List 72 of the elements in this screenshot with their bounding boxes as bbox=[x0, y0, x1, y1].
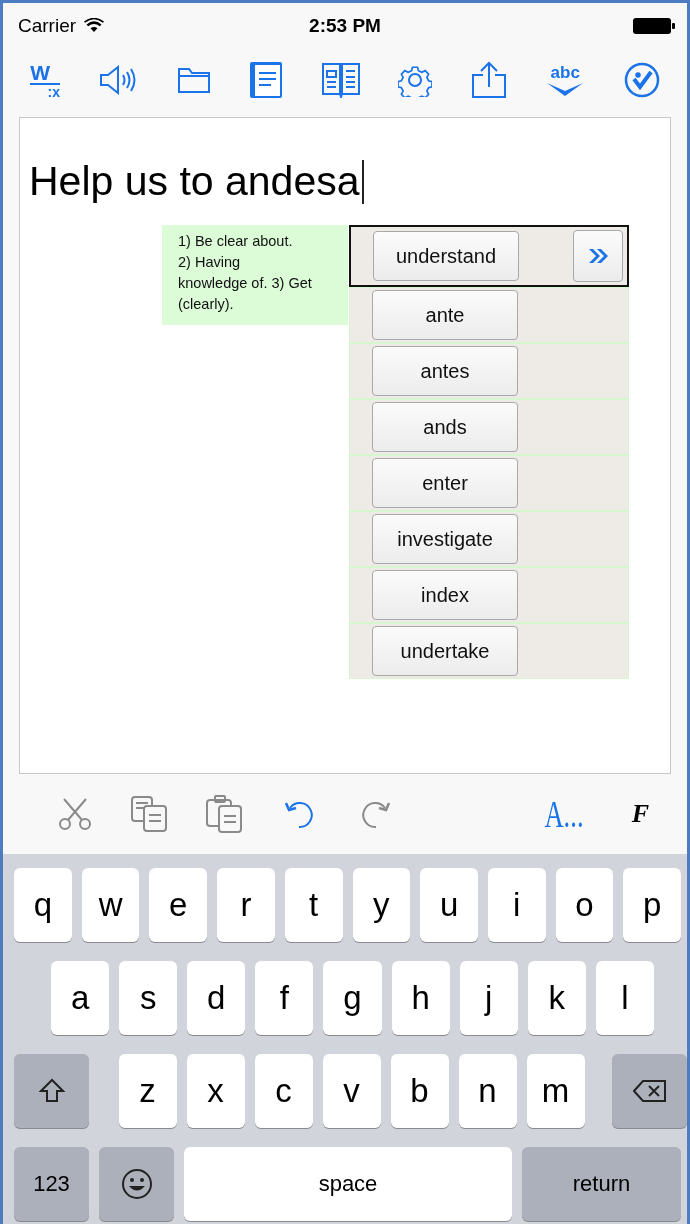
suggestion-button[interactable]: undertake bbox=[372, 626, 518, 676]
text-editor[interactable]: Help us to andesa 1) Be clear about. 2) Having knowledge of. 3) Get (clearly). understand ante antes ands enter investigate index undertake bbox=[19, 117, 671, 774]
letter-key[interactable]: p bbox=[623, 868, 682, 942]
letter-key[interactable]: k bbox=[527, 961, 586, 1035]
undo-icon[interactable] bbox=[283, 799, 316, 829]
open-book-icon[interactable] bbox=[321, 62, 360, 98]
spell-check-button[interactable]: abc bbox=[545, 63, 586, 97]
document-text: Help us to andesa bbox=[29, 158, 360, 205]
suggestion-button[interactable]: ante bbox=[372, 290, 518, 340]
letter-key[interactable]: n bbox=[458, 1054, 517, 1128]
suggestion-button[interactable]: ands bbox=[372, 402, 518, 452]
letter-key[interactable]: w bbox=[81, 868, 140, 942]
emoji-key[interactable] bbox=[99, 1147, 174, 1221]
suggestion-button[interactable]: understand bbox=[373, 231, 519, 281]
check-circle-icon[interactable] bbox=[623, 62, 660, 98]
return-key[interactable]: return bbox=[522, 1147, 681, 1221]
folder-icon[interactable] bbox=[176, 65, 211, 95]
smiley-icon bbox=[120, 1168, 153, 1200]
suggestion-button[interactable]: antes bbox=[372, 346, 518, 396]
letter-key[interactable]: g bbox=[323, 961, 382, 1035]
letter-key[interactable]: u bbox=[420, 868, 478, 942]
book-icon[interactable] bbox=[249, 61, 284, 99]
numbers-key[interactable]: 123 bbox=[14, 1147, 89, 1221]
definition-popup: 1) Be clear about. 2) Having knowledge of. 3) Get (clearly). bbox=[162, 225, 348, 325]
letter-key[interactable]: a bbox=[51, 961, 110, 1035]
suggestion-button[interactable]: index bbox=[372, 570, 518, 620]
delete-key[interactable] bbox=[612, 1054, 687, 1128]
letter-key[interactable]: h bbox=[391, 961, 450, 1035]
space-key[interactable]: space bbox=[184, 1147, 512, 1221]
letter-key[interactable]: l bbox=[595, 961, 654, 1035]
letter-key[interactable]: v bbox=[322, 1054, 381, 1128]
letter-key[interactable]: z bbox=[118, 1054, 177, 1128]
settings-icon[interactable] bbox=[398, 63, 433, 97]
suggestion-row[interactable]: enter bbox=[349, 455, 629, 511]
letter-key[interactable]: d bbox=[187, 961, 246, 1035]
letter-key[interactable]: q bbox=[14, 868, 72, 942]
suggestion-row[interactable]: antes bbox=[349, 343, 629, 399]
word-count-button[interactable]: W :x bbox=[30, 61, 61, 99]
suggestion-row[interactable]: undertake bbox=[349, 623, 629, 679]
suggestion-row[interactable]: investigate bbox=[349, 511, 629, 567]
double-chevron-icon bbox=[588, 248, 608, 264]
suggestion-row[interactable]: index bbox=[349, 567, 629, 623]
suggestion-row[interactable]: ante bbox=[349, 287, 629, 343]
expand-button[interactable] bbox=[573, 230, 623, 282]
format-button[interactable]: F bbox=[631, 801, 649, 827]
letter-key[interactable]: j bbox=[459, 961, 518, 1035]
font-button[interactable]: A... bbox=[544, 795, 584, 833]
letter-key[interactable]: r bbox=[217, 868, 275, 942]
shift-icon bbox=[38, 1078, 65, 1104]
letter-key[interactable]: i bbox=[487, 868, 546, 942]
letter-key[interactable]: t bbox=[284, 868, 343, 942]
letter-key[interactable]: x bbox=[186, 1054, 245, 1128]
suggestion-row[interactable]: understand bbox=[349, 225, 629, 287]
letter-key[interactable]: m bbox=[526, 1054, 585, 1128]
letter-key[interactable]: c bbox=[254, 1054, 313, 1128]
suggestion-row[interactable]: ands bbox=[349, 399, 629, 455]
text-cursor bbox=[361, 159, 364, 204]
letter-key[interactable]: o bbox=[555, 868, 614, 942]
share-icon[interactable] bbox=[470, 61, 507, 99]
suggestion-button[interactable]: enter bbox=[372, 458, 518, 508]
shift-key[interactable] bbox=[14, 1054, 89, 1128]
letter-key[interactable]: s bbox=[119, 961, 178, 1035]
letter-key[interactable]: e bbox=[149, 868, 208, 942]
suggestion-button[interactable]: investigate bbox=[372, 514, 518, 564]
letter-key[interactable]: b bbox=[390, 1054, 449, 1128]
carrier-name: Carrier bbox=[18, 14, 77, 37]
wifi-icon bbox=[84, 18, 105, 33]
letter-key[interactable]: y bbox=[352, 868, 411, 942]
clock-time: 2:53 PM bbox=[309, 14, 381, 37]
battery-icon bbox=[633, 17, 675, 34]
letter-key[interactable]: f bbox=[255, 961, 314, 1035]
delete-icon bbox=[632, 1079, 667, 1103]
